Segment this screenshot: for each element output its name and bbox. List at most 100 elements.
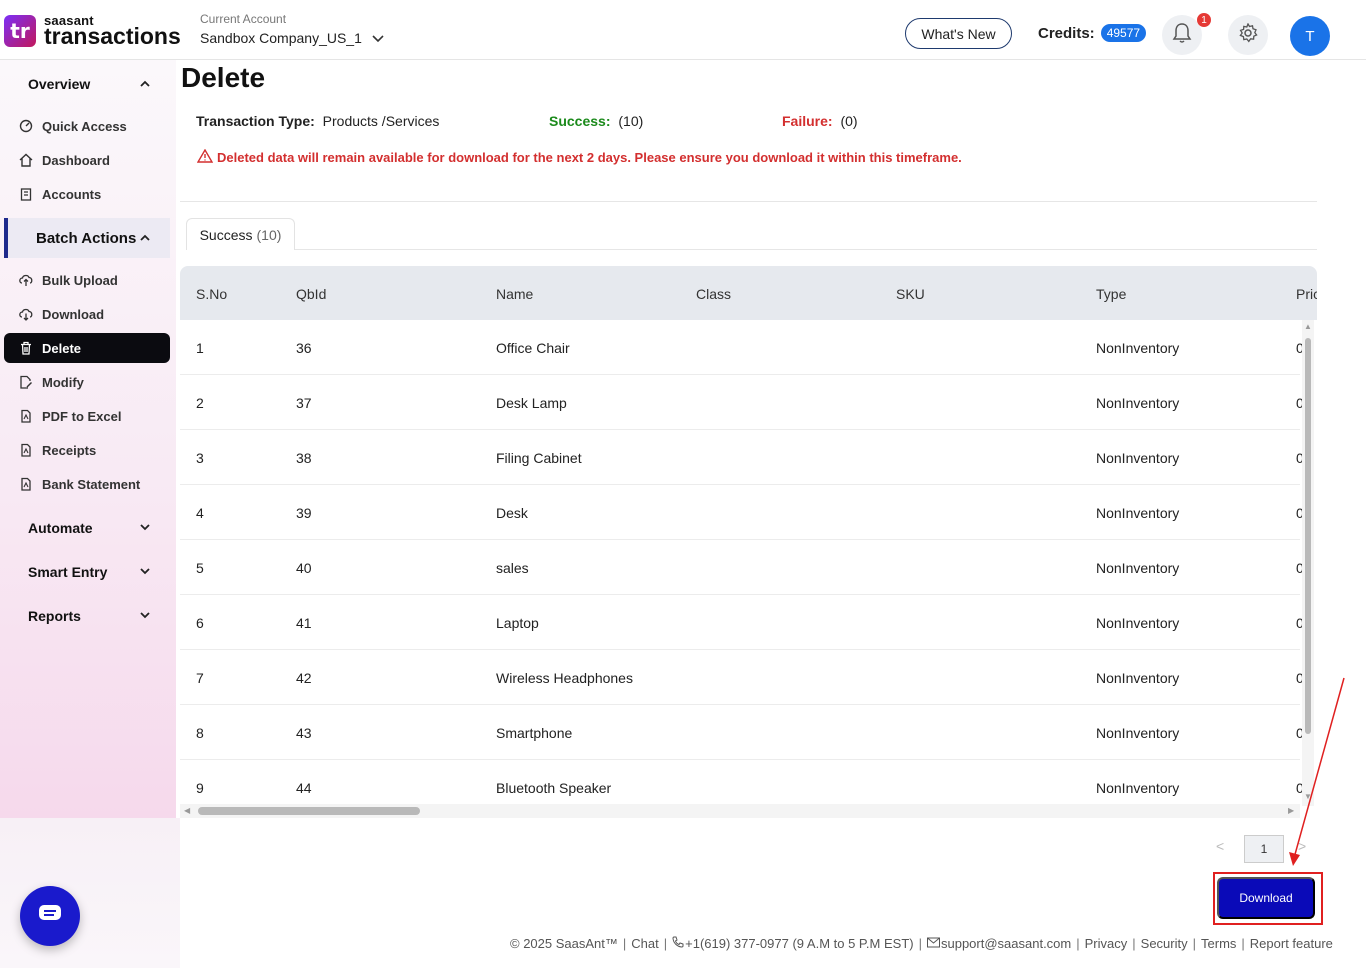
cell-name: Smartphone — [496, 725, 573, 741]
sidebar-item-delete[interactable]: Delete — [4, 333, 170, 363]
cell-name: Desk — [496, 505, 528, 521]
sidebar-item-label: Quick Access — [42, 118, 127, 134]
table-row[interactable]: 5 40 sales NonInventory 0 — [180, 540, 1304, 595]
warning-text: Deleted data will remain available for d… — [217, 150, 962, 165]
cell-type: NonInventory — [1096, 670, 1180, 686]
sidebar-item-accounts[interactable]: Accounts — [4, 179, 170, 209]
footer-security-link[interactable]: Security — [1141, 936, 1188, 951]
scroll-up-arrow-icon[interactable]: ▲ — [1304, 322, 1312, 331]
column-header-name[interactable]: Name — [496, 286, 533, 302]
table-row[interactable]: 8 43 Smartphone NonInventory 0 — [180, 705, 1304, 760]
column-header-class[interactable]: Class — [696, 286, 731, 302]
notification-count-badge: 1 — [1197, 13, 1211, 27]
footer-phone[interactable]: +1(619) 377-0977 (9 A.M to 5 P.M EST) — [685, 936, 913, 951]
table-row[interactable]: 3 38 Filing Cabinet NonInventory 0 — [180, 430, 1304, 485]
sidebar-item-dashboard[interactable]: Dashboard — [4, 145, 170, 175]
account-selector[interactable]: Current Account Sandbox Company_US_1 — [200, 12, 384, 46]
table-row[interactable]: 4 39 Desk NonInventory 0 — [180, 485, 1304, 540]
chevron-down-icon[interactable] — [372, 30, 384, 46]
section-label: Smart Entry — [28, 564, 108, 580]
horizontal-scrollbar[interactable]: ◀ ▶ — [180, 804, 1300, 818]
pagination-page[interactable]: 1 — [1244, 835, 1284, 863]
footer-privacy-link[interactable]: Privacy — [1085, 936, 1128, 951]
trash-icon — [18, 340, 34, 356]
mail-icon — [926, 936, 940, 951]
whats-new-button[interactable]: What's New — [905, 18, 1012, 49]
download-button[interactable]: Download — [1217, 877, 1315, 919]
column-header-sno[interactable]: S.No — [196, 286, 227, 302]
table-row[interactable]: 1 36 Office Chair NonInventory 0 — [180, 320, 1304, 375]
cell-type: NonInventory — [1096, 340, 1180, 356]
column-header-sku[interactable]: SKU — [896, 286, 925, 302]
table-body: 1 36 Office Chair NonInventory 0 2 37 Desk Lamp… — [180, 320, 1304, 815]
cell-name: Office Chair — [496, 340, 570, 356]
sidebar-item-bulk-upload[interactable]: Bulk Upload — [4, 265, 170, 295]
tab-success[interactable]: Success (10) — [186, 218, 295, 250]
sidebar-item-label: Bulk Upload — [42, 272, 118, 288]
cell-type: NonInventory — [1096, 505, 1180, 521]
cell-name: Desk Lamp — [496, 395, 567, 411]
cell-qbid: 37 — [296, 395, 312, 411]
sidebar-section-batch-actions[interactable]: Batch Actions — [4, 218, 170, 258]
cell-name: Laptop — [496, 615, 539, 631]
transaction-type-value: Products /Services — [322, 113, 440, 129]
top-header: tr saasant transactions Current Account … — [0, 0, 1366, 60]
cell-sno: 3 — [196, 450, 204, 466]
app-logo[interactable]: tr saasant transactions — [4, 14, 181, 48]
sidebar-section-overview[interactable]: Overview — [0, 64, 170, 104]
footer-email-link[interactable]: support@saasant.com — [941, 936, 1071, 951]
sidebar-section-smart-entry[interactable]: Smart Entry — [0, 552, 170, 592]
sidebar-item-pdf-to-excel[interactable]: PDF to Excel — [4, 401, 170, 431]
transaction-type: Transaction Type: Products /Services — [196, 113, 439, 129]
table-row[interactable]: 6 41 Laptop NonInventory 0 — [180, 595, 1304, 650]
bank-statement-icon — [18, 476, 34, 492]
avatar[interactable]: T — [1290, 16, 1330, 56]
logo-mark: tr — [4, 15, 36, 47]
phone-icon — [672, 936, 684, 951]
settings-button[interactable] — [1228, 15, 1268, 55]
cell-sno: 1 — [196, 340, 204, 356]
scroll-left-arrow-icon[interactable]: ◀ — [184, 806, 190, 815]
cell-name: sales — [496, 560, 529, 576]
sidebar-item-bank-statement[interactable]: Bank Statement — [4, 469, 170, 499]
clipboard-icon — [18, 186, 34, 202]
chevron-down-icon — [140, 610, 150, 622]
logo-product: transactions — [44, 23, 181, 49]
table-row[interactable]: 7 42 Wireless Headphones NonInventory 0 — [180, 650, 1304, 705]
footer-terms-link[interactable]: Terms — [1201, 936, 1236, 951]
column-header-qbid[interactable]: QbId — [296, 286, 326, 302]
cell-qbid: 39 — [296, 505, 312, 521]
transaction-type-label: Transaction Type: — [196, 113, 315, 129]
chevron-down-icon — [140, 522, 150, 534]
table-header: S.No QbId Name Class SKU Type Pric — [180, 266, 1317, 320]
chat-button[interactable] — [20, 886, 80, 946]
sidebar-item-label: Modify — [42, 374, 84, 390]
cell-name: Wireless Headphones — [496, 670, 633, 686]
sidebar-section-reports[interactable]: Reports — [0, 596, 170, 636]
sidebar-item-receipts[interactable]: Receipts — [4, 435, 170, 465]
success-label: Success: — [549, 113, 611, 129]
failure-value: (0) — [840, 113, 858, 129]
footer-chat-link[interactable]: Chat — [631, 936, 658, 951]
results-table: S.No QbId Name Class SKU Type Pric 1 36 Of… — [180, 266, 1317, 818]
table-row[interactable]: 2 37 Desk Lamp NonInventory 0 — [180, 375, 1304, 430]
sidebar-footer-area — [0, 818, 180, 968]
column-header-type[interactable]: Type — [1096, 286, 1126, 302]
credits-label: Credits: — [1038, 24, 1095, 42]
cell-sno: 5 — [196, 560, 204, 576]
sidebar-item-modify[interactable]: Modify — [4, 367, 170, 397]
column-header-price[interactable]: Pric — [1296, 286, 1317, 302]
horizontal-scroll-thumb[interactable] — [198, 807, 420, 815]
gear-icon — [1238, 22, 1258, 48]
sidebar-item-quick-access[interactable]: Quick Access — [4, 111, 170, 141]
cell-qbid: 41 — [296, 615, 312, 631]
pagination-prev[interactable]: < — [1216, 838, 1224, 854]
cell-qbid: 43 — [296, 725, 312, 741]
retention-warning: Deleted data will remain available for d… — [196, 148, 962, 166]
sidebar-item-download[interactable]: Download — [4, 299, 170, 329]
sidebar-section-automate[interactable]: Automate — [0, 508, 170, 548]
notifications-button[interactable] — [1162, 15, 1202, 55]
sidebar-item-label: Delete — [42, 340, 82, 356]
sidebar-item-label: Receipts — [42, 442, 97, 458]
footer-report-link[interactable]: Report feature — [1250, 936, 1333, 951]
